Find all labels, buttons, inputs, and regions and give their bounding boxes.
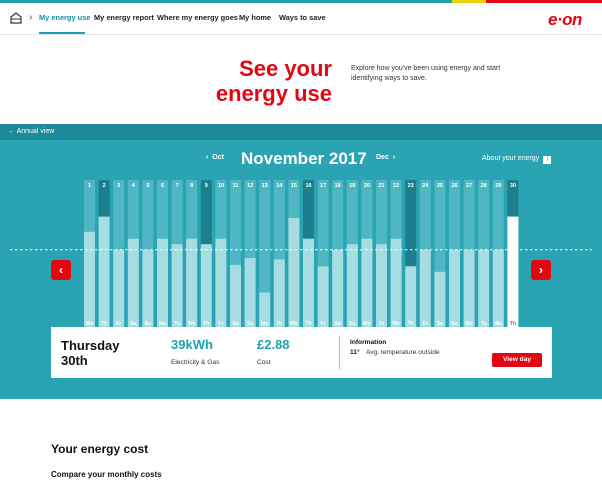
card-divider (339, 336, 340, 369)
day-number-label: 21 (378, 183, 384, 189)
selected-day-card: Thursday 30th 39kWh Electricity & Gas £2… (51, 327, 552, 378)
day-bar-28[interactable] (478, 249, 490, 327)
day-bar-15[interactable] (288, 217, 300, 327)
day-number-label: 8 (190, 183, 193, 189)
information-heading: Information (350, 339, 387, 346)
day-number-label: 12 (247, 183, 253, 189)
day-bar-4[interactable] (127, 238, 139, 327)
day-bar-21[interactable] (376, 244, 387, 327)
breadcrumb-separator: › (29, 12, 33, 23)
day-bar-12[interactable] (244, 258, 256, 327)
day-number-label: 26 (451, 183, 457, 189)
temperature-value: 11° (350, 349, 360, 356)
nav-item-my-energy-report[interactable]: My energy report (94, 13, 154, 22)
day-number-label: 6 (161, 183, 164, 189)
eon-logo[interactable]: e·on (548, 10, 582, 30)
nav-item-where-my-energy-goes[interactable]: Where my energy goes (157, 13, 238, 22)
day-number-label: 17 (320, 183, 326, 189)
nav-item-my-energy-use[interactable]: My energy use (39, 13, 90, 22)
day-bar-6[interactable] (157, 238, 168, 327)
previous-day-button[interactable]: ‹ (51, 260, 71, 280)
page-title: See your energy use (215, 56, 332, 106)
selected-day-label: Thursday 30th (61, 338, 120, 368)
active-tab-underline (39, 32, 85, 34)
nav-item-my-home[interactable]: My home (239, 13, 271, 22)
nav-item-ways-to-save[interactable]: Ways to save (279, 13, 326, 22)
day-bar-30[interactable] (507, 216, 519, 327)
day-number-label: 7 (176, 183, 179, 189)
day-number-label: 19 (349, 183, 355, 189)
day-number-label: 25 (437, 183, 443, 189)
day-number-label: 2 (103, 183, 106, 189)
day-number-label: 20 (364, 183, 370, 189)
day-bar-17[interactable] (317, 266, 329, 327)
day-number-label: 28 (481, 183, 487, 189)
day-bar-29[interactable] (492, 249, 504, 327)
day-bar-5[interactable] (142, 249, 154, 327)
day-bar-23[interactable] (405, 266, 417, 327)
day-bar-11[interactable] (230, 264, 241, 327)
day-number-label: 27 (466, 183, 472, 189)
day-bar-7[interactable] (171, 244, 183, 327)
day-number-label: 23 (408, 183, 414, 189)
day-number-label: 29 (495, 183, 501, 189)
day-bar-24[interactable] (419, 249, 431, 327)
day-number-label: 10 (218, 183, 224, 189)
cost-value: £2.88 (257, 337, 290, 352)
day-number-label: 30 (510, 183, 516, 189)
day-bar-14[interactable] (273, 259, 285, 327)
day-number-label: 18 (335, 183, 341, 189)
day-bar-26[interactable] (449, 249, 460, 327)
day-bar-16[interactable] (303, 238, 314, 327)
day-number-label: 5 (146, 183, 149, 189)
day-number-label: 14 (276, 183, 283, 189)
day-bar-2[interactable] (98, 216, 110, 327)
usage-label: Electricity & Gas (171, 359, 220, 366)
day-number-label: 1 (88, 183, 91, 189)
day-number-label: 15 (291, 183, 297, 189)
temperature-label: Avg. temperature outside (366, 349, 440, 356)
usage-value: 39kWh (171, 337, 213, 352)
page-description: Explore how you've been using energy and… (351, 65, 501, 82)
day-bar-1[interactable] (84, 231, 95, 327)
day-number-label: 3 (117, 183, 120, 189)
day-bar-22[interactable] (390, 238, 402, 327)
day-bar-25[interactable] (434, 271, 446, 327)
day-bar-10[interactable] (215, 238, 227, 327)
day-bar-20[interactable] (361, 238, 373, 327)
compare-costs-subheading: Compare your monthly costs (51, 470, 162, 479)
view-day-button[interactable]: View day (492, 353, 542, 367)
day-bar-9[interactable] (200, 244, 212, 327)
day-number-label: 13 (262, 183, 268, 189)
top-navigation: › My energy use My energy report Where m… (0, 3, 602, 35)
cost-label: Cost (257, 359, 271, 366)
day-bar-8[interactable] (186, 238, 198, 327)
home-icon[interactable] (9, 11, 23, 25)
day-number-label: 11 (233, 183, 239, 189)
day-bar-18[interactable] (332, 249, 344, 327)
day-number-label: 24 (422, 183, 429, 189)
day-bar-3[interactable] (113, 249, 125, 327)
day-number-label: 16 (305, 183, 311, 189)
next-day-button[interactable]: › (531, 260, 551, 280)
day-number-label: 9 (205, 183, 208, 189)
day-number-label: 22 (393, 183, 399, 189)
energy-calendar-panel: ← Annual view ‹ Oct November 2017 Dec › … (0, 124, 602, 399)
day-bar-19[interactable] (346, 244, 358, 327)
energy-cost-heading: Your energy cost (51, 442, 149, 456)
day-bar-27[interactable] (463, 249, 475, 327)
